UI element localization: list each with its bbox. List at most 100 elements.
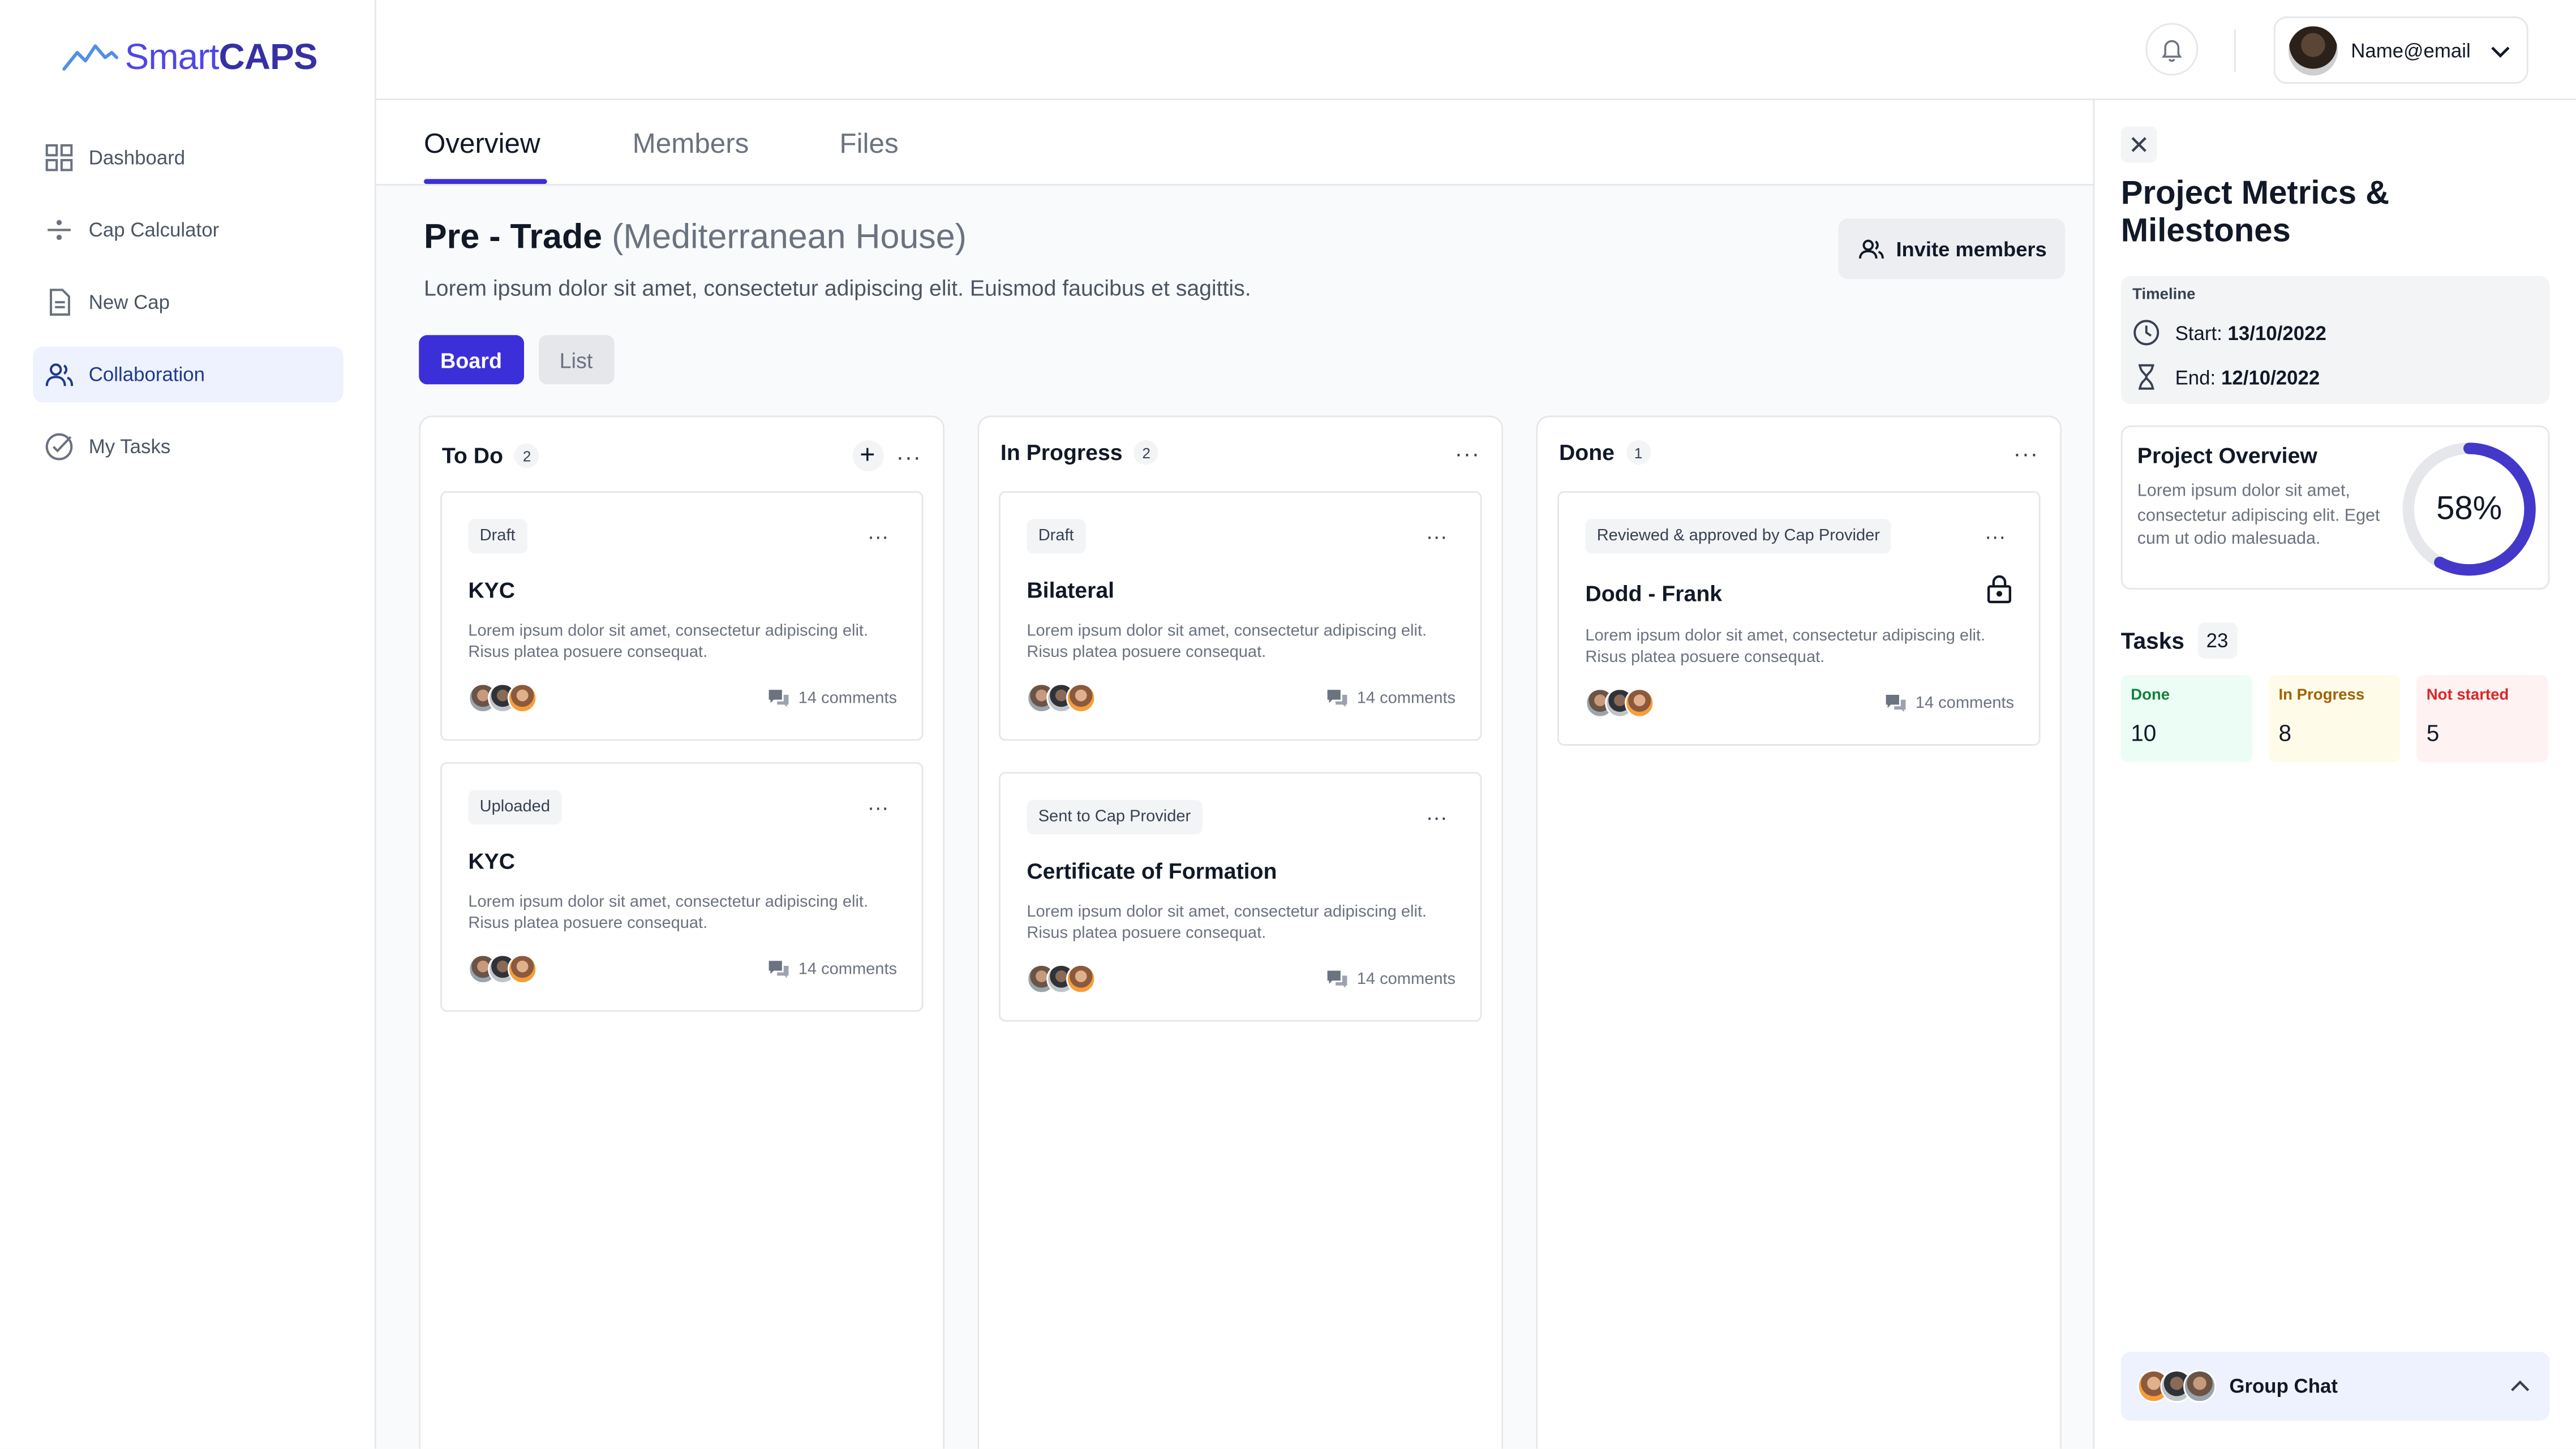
task-card[interactable]: Draft ··· Bilateral Lorem ipsum dolor si… [999, 491, 1482, 741]
metrics-panel: Project Metrics & Milestones Timeline St… [2093, 100, 2576, 1449]
avatar [1066, 683, 1096, 713]
tab-files[interactable]: Files [839, 128, 898, 161]
column-menu-button[interactable]: ··· [896, 444, 922, 467]
user-menu-button[interactable]: Name@email [2273, 16, 2528, 84]
comments-link[interactable]: 14 comments [767, 959, 897, 979]
page-title: Pre - Trade (Mediterranean House) [423, 218, 967, 256]
comment-icon [1327, 690, 1347, 707]
add-card-button[interactable]: + [852, 440, 883, 472]
active-tab-indicator [423, 179, 547, 184]
status-badge: Uploaded [468, 790, 562, 825]
column-menu-button[interactable]: ··· [2013, 441, 2039, 464]
chevron-up-icon[interactable] [2507, 1373, 2533, 1399]
invite-label: Invite members [1896, 237, 2047, 261]
invite-members-button[interactable]: Invite members [1838, 218, 2066, 280]
grid-icon [45, 144, 73, 171]
sidebar-item-new-cap[interactable]: New Cap [33, 274, 344, 330]
top-header: Name@email [376, 0, 2576, 101]
panel-title: Project Metrics & Milestones [2120, 175, 2390, 250]
avatar [2288, 25, 2338, 75]
card-menu-button[interactable]: ··· [1985, 524, 2006, 549]
main-content: Overview Members Files Pre - Trade (Medi… [376, 100, 2093, 1449]
task-card[interactable]: Uploaded ··· KYC Lorem ipsum dolor sit a… [440, 762, 924, 1012]
notifications-button[interactable] [2145, 23, 2199, 76]
task-card[interactable]: Reviewed & approved by Cap Provider ··· … [1557, 491, 2041, 746]
card-description: Lorem ipsum dolor sit amet, consectetur … [468, 893, 869, 933]
timeline-label: Timeline [2132, 286, 2196, 304]
tab-members[interactable]: Members [633, 128, 749, 161]
bell-icon [2161, 40, 2182, 62]
header-divider [2234, 29, 2236, 72]
card-menu-button[interactable]: ··· [868, 524, 889, 549]
card-title: KYC [468, 849, 516, 874]
task-card[interactable]: Sent to Cap Provider ··· Certificate of … [999, 772, 1482, 1022]
column-count: 1 [1626, 440, 1651, 465]
board-view-button[interactable]: Board [419, 335, 523, 385]
list-view-button[interactable]: List [538, 335, 615, 385]
group-chat-bar[interactable]: Group Chat [2120, 1352, 2550, 1421]
sidebar-item-label: My Tasks [88, 435, 171, 458]
sidebar-item-my-tasks[interactable]: My Tasks [33, 419, 344, 475]
comments-link[interactable]: 14 comments [1326, 688, 1456, 708]
card-description: Lorem ipsum dolor sit amet, consectetur … [468, 622, 869, 662]
comment-icon [768, 961, 789, 978]
sidebar-item-cap-calculator[interactable]: Cap Calculator [33, 202, 344, 258]
column-header: Done 1 ··· [1559, 440, 2039, 465]
avatar [508, 954, 538, 984]
sidebar-item-label: Dashboard [88, 146, 186, 170]
clock-icon [2133, 320, 2159, 346]
close-icon [2131, 137, 2146, 152]
column-count: 2 [514, 443, 539, 468]
column-header: In Progress 2 ··· [1001, 440, 1480, 465]
tab-overview[interactable]: Overview [424, 128, 540, 161]
sidebar-nav: Dashboard Cap Calculator New Cap Collabo… [33, 130, 344, 491]
card-title: Bilateral [1027, 578, 1115, 603]
chat-avatars [2137, 1370, 2217, 1403]
stat-in-progress: In Progress 8 [2269, 675, 2401, 762]
assignee-avatars [1585, 688, 1655, 718]
close-panel-button[interactable] [2120, 126, 2157, 163]
avatar [2183, 1370, 2217, 1403]
status-badge: Reviewed & approved by Cap Provider [1585, 519, 1892, 554]
timeline-start: Start: 13/10/2022 [2132, 319, 2326, 346]
comments-link[interactable]: 14 comments [1326, 969, 1456, 989]
sidebar-item-collaboration[interactable]: Collaboration [33, 346, 344, 403]
avatar [508, 683, 538, 713]
page-description: Lorem ipsum dolor sit amet, consectetur … [423, 276, 1251, 301]
hourglass-icon [2139, 364, 2154, 390]
lock-icon [1987, 575, 2011, 604]
comment-icon [1886, 694, 1906, 712]
card-menu-button[interactable]: ··· [1426, 805, 1448, 829]
view-toggle: Board List [419, 335, 615, 385]
card-description: Lorem ipsum dolor sit amet, consectetur … [1585, 627, 1986, 667]
column-in-progress: In Progress 2 ··· Draft ··· Bilateral Lo… [977, 415, 1504, 1449]
sidebar-item-dashboard[interactable]: Dashboard [33, 130, 344, 186]
mountain-logo-icon [62, 44, 119, 71]
logo-text: SmartCAPS [124, 36, 318, 78]
card-menu-button[interactable]: ··· [868, 795, 889, 820]
tasks-header: Tasks 23 [2121, 622, 2237, 659]
card-title: Dodd - Frank [1585, 581, 1723, 607]
overview-title: Project Overview [2137, 443, 2317, 468]
stat-not-started: Not started 5 [2416, 675, 2548, 762]
status-badge: Draft [1027, 519, 1085, 554]
card-description: Lorem ipsum dolor sit amet, consectetur … [1027, 903, 1427, 943]
tab-bar: Overview Members Files [376, 100, 2093, 186]
column-menu-button[interactable]: ··· [1455, 441, 1480, 464]
status-badge: Sent to Cap Provider [1027, 799, 1203, 835]
comments-link[interactable]: 14 comments [1884, 693, 2014, 713]
comments-link[interactable]: 14 comments [767, 688, 897, 708]
task-card[interactable]: Draft ··· KYC Lorem ipsum dolor sit amet… [440, 491, 924, 741]
logo[interactable]: SmartCAPS [62, 36, 318, 79]
card-menu-button[interactable]: ··· [1426, 524, 1448, 549]
card-title: Certificate of Formation [1027, 859, 1277, 884]
stat-done: Done 10 [2120, 675, 2253, 762]
sidebar-item-label: New Cap [88, 290, 170, 314]
calculator-icon [48, 220, 71, 240]
document-icon [49, 289, 70, 316]
users-icon [45, 363, 74, 386]
sidebar-item-label: Cap Calculator [88, 218, 220, 242]
column-done: Done 1 ··· Reviewed & approved by Cap Pr… [1536, 415, 2062, 1449]
user-email: Name@email [2351, 38, 2471, 62]
progress-percent: 58% [2436, 490, 2502, 527]
